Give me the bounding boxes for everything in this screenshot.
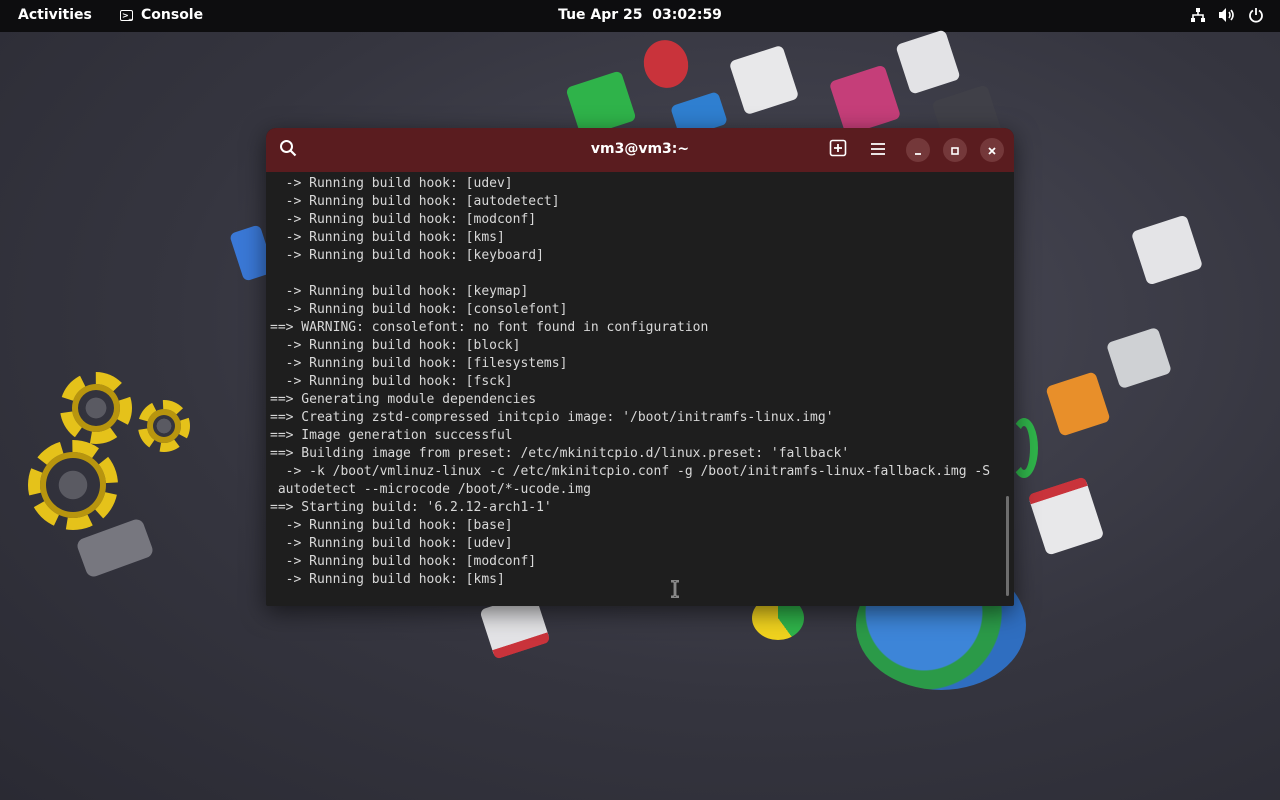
app-menu-label: Console [141,7,204,23]
terminal-line: ==> Generating module dependencies [270,392,537,407]
maximize-icon [950,141,960,160]
clock-button[interactable]: Tue Apr 25 03:02:59 [558,7,722,23]
terminal-line: ==> Image generation successful [270,428,513,443]
terminal-line: ==> Building image from preset: /etc/mki… [270,446,850,461]
close-button[interactable] [980,138,1004,162]
wallpaper-tile-notes [1045,371,1111,437]
terminal-header-bar[interactable]: vm3@vm3:~ [266,128,1014,172]
wallpaper-tile-purple [828,64,902,136]
terminal-line: ==> Creating zstd-compressed initcpio im… [270,410,834,425]
terminal-line: -> Running build hook: [filesystems] [270,356,568,371]
search-button[interactable] [274,136,302,164]
terminal-line: -> Running build hook: [keyboard] [270,248,544,263]
terminal-line: ==> Starting build: '6.2.12-arch1-1' [270,500,552,515]
terminal-line: -> Running build hook: [consolefont] [270,302,568,317]
power-icon [1248,7,1264,23]
wallpaper-tile-white [728,44,800,116]
menu-icon [870,141,886,160]
system-tray[interactable] [1190,7,1264,23]
wallpaper-tile-calculator [895,29,961,95]
new-tab-button[interactable] [824,136,852,164]
terminal-output[interactable]: -> Running build hook: [udev] -> Running… [270,175,1004,600]
terminal-line: -> Running build hook: [modconf] [270,212,537,227]
terminal-line: -> Running build hook: [udev] [270,536,513,551]
terminal-line: -> Running build hook: [fsck] [270,374,513,389]
minimize-icon [913,141,923,160]
terminal-app-icon: >_ [120,9,133,21]
wallpaper-tile-calendar [1027,476,1105,556]
app-menu-button[interactable]: >_ Console [120,7,203,23]
volume-icon [1218,7,1236,23]
terminal-line: -> Running build hook: [udev] [270,176,513,191]
terminal-line: -> Running build hook: [base] [270,518,513,533]
minimize-button[interactable] [906,138,930,162]
terminal-line: -> -k /boot/vmlinuz-linux -c /etc/mkinit… [270,464,991,479]
search-icon [279,139,297,161]
wallpaper-green-arc [1010,418,1038,478]
top-bar: Activities >_ Console Tue Apr 25 03:02:5… [0,0,1280,32]
window-title: vm3@vm3:~ [590,141,690,157]
network-icon [1190,7,1206,23]
wallpaper-gear-large [28,440,118,530]
terminal-line: -> Running build hook: [keymap] [270,284,529,299]
activities-button[interactable]: Activities [18,7,92,23]
close-icon [987,141,997,160]
terminal-line: -> Running build hook: [kms] [270,572,505,587]
terminal-line: -> Running build hook: [kms] [270,230,505,245]
terminal-line: -> Running build hook: [block] [270,338,521,353]
text-cursor-icon [669,579,681,599]
terminal-scrollbar[interactable] [1006,496,1009,596]
wallpaper-tile-monitor [1105,326,1173,390]
terminal-line: -> Running build hook: [modconf] [270,554,537,569]
terminal-line: -> Running build hook: [autodetect] [270,194,560,209]
terminal-line: ==> WARNING: consolefont: no font found … [270,320,709,335]
terminal-line: autodetect --microcode /boot/*-ucode.img [270,482,591,497]
new-tab-icon [829,139,847,161]
wallpaper-gear-medium [60,372,132,444]
maximize-button[interactable] [943,138,967,162]
terminal-window[interactable]: vm3@vm3:~ -> Running build hook: [udev] … [266,128,1014,606]
main-menu-button[interactable] [864,136,892,164]
wallpaper-tile-search [1130,214,1204,286]
wallpaper-tile-red [637,34,695,94]
wallpaper-gear-small [138,400,190,452]
